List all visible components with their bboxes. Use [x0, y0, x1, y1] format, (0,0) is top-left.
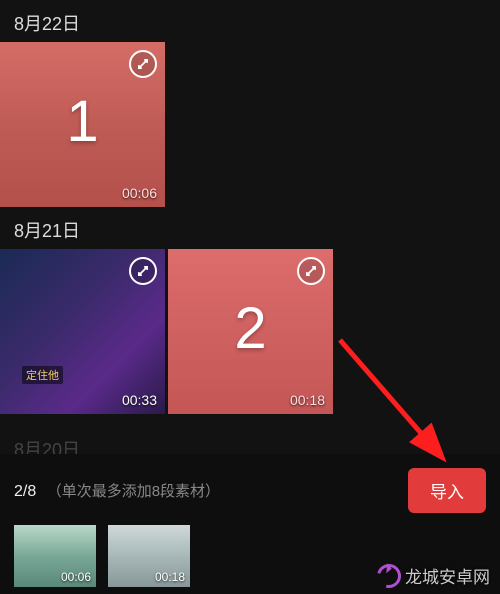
selection-hint: （单次最多添加8段素材）: [47, 483, 220, 500]
watermark-text: 龙城安卓网: [405, 563, 490, 588]
selection-summary: 2/8 （单次最多添加8段素材）: [14, 480, 220, 501]
date-header: 8月21日: [0, 207, 500, 249]
video-duration: 00:18: [155, 570, 185, 584]
video-duration: 00:18: [290, 392, 325, 408]
selection-number: 1: [66, 88, 98, 155]
video-thumb[interactable]: 2 00:18: [168, 249, 333, 414]
selection-counter: 2/8: [14, 483, 36, 500]
date-header: 8月22日: [0, 0, 500, 42]
selected-thumb[interactable]: 00:18: [108, 525, 190, 587]
watermark-logo-icon: [373, 559, 406, 592]
media-row: 1 00:06: [0, 42, 500, 207]
video-duration: 00:06: [61, 570, 91, 584]
video-thumb[interactable]: 定住他 00:33: [0, 249, 165, 414]
media-row: 定住他 00:33 2 00:18: [0, 249, 500, 414]
video-duration: 00:33: [122, 392, 157, 408]
video-duration: 00:06: [122, 185, 157, 201]
game-tag: 定住他: [22, 366, 63, 384]
video-thumb[interactable]: 1 00:06: [0, 42, 165, 207]
expand-icon[interactable]: [297, 257, 325, 285]
import-button[interactable]: 导入: [408, 468, 486, 513]
selected-thumb[interactable]: 00:06: [14, 525, 96, 587]
watermark: 龙城安卓网: [377, 563, 490, 588]
selection-number: 2: [234, 295, 266, 362]
expand-icon[interactable]: [129, 50, 157, 78]
expand-icon[interactable]: [129, 257, 157, 285]
